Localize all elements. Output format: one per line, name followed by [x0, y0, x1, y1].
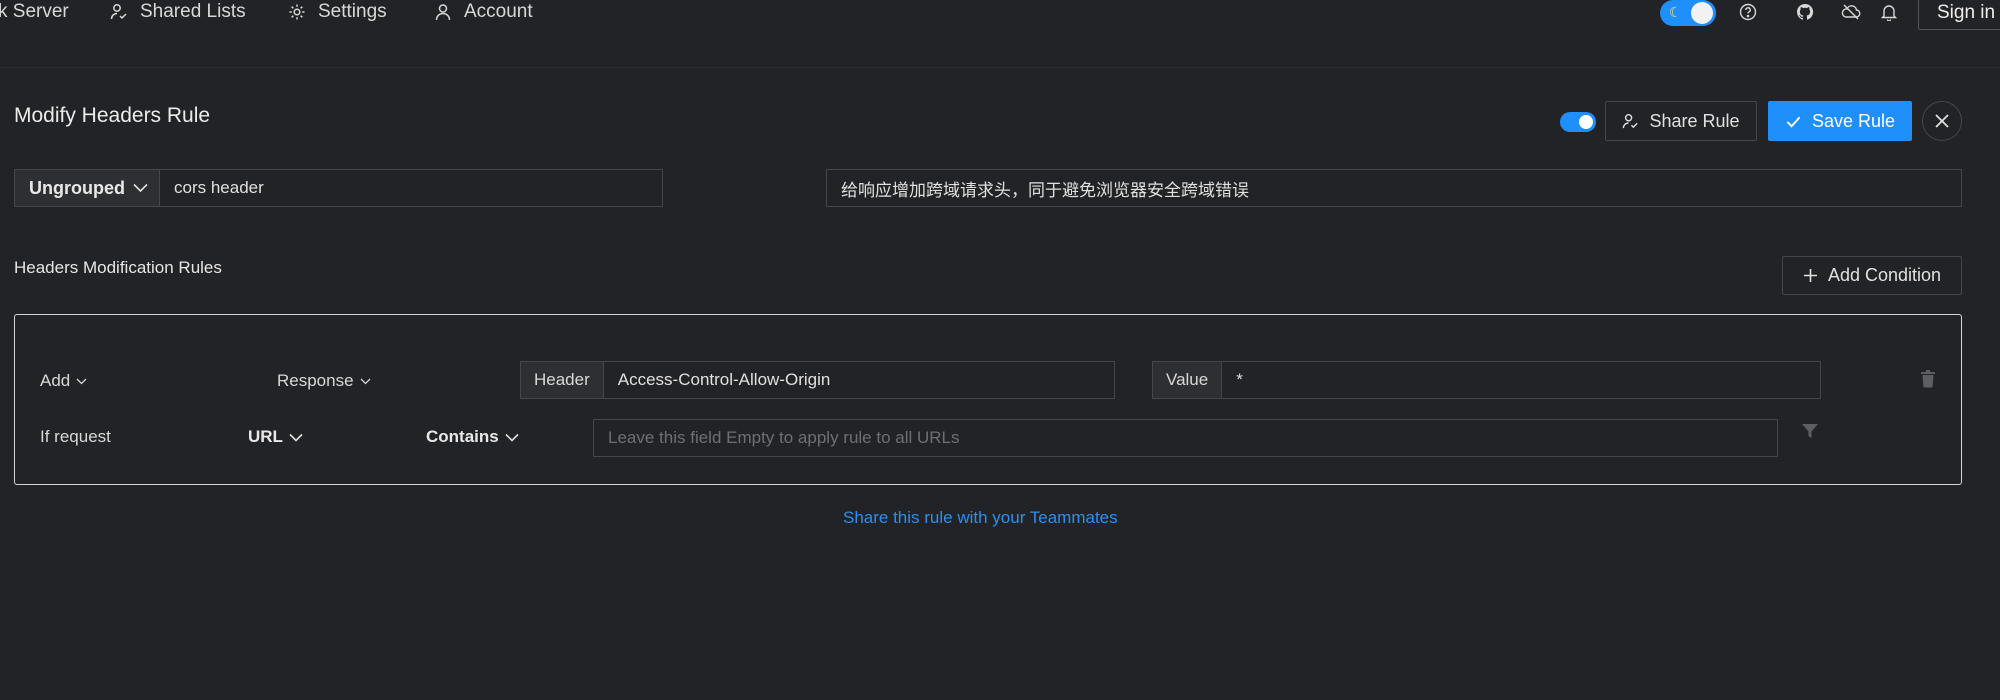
toggle-knob — [1579, 115, 1593, 129]
header-name-field: Header Access-Control-Allow-Origin — [520, 361, 1115, 399]
top-navigation-bar: k Server Shared Lists Settings Account ☾ — [0, 0, 2000, 68]
github-icon — [1796, 3, 1814, 20]
condition-operator-value: Contains — [426, 427, 499, 446]
nav-item-label: Settings — [318, 1, 387, 22]
save-rule-label: Save Rule — [1811, 110, 1896, 131]
nav-item-shared-lists[interactable]: Shared Lists — [110, 0, 246, 24]
github-button[interactable] — [1792, 0, 1818, 24]
rule-name-input[interactable]: cors header — [159, 169, 663, 207]
trash-icon — [1921, 370, 1935, 388]
condition-operator-select[interactable]: Contains — [426, 427, 519, 447]
modification-rule-card: Add Response Header Access-Control-Allow… — [14, 314, 1962, 485]
moon-icon: ☾ — [1669, 4, 1682, 20]
cloud-sync-button[interactable] — [1838, 0, 1864, 24]
save-rule-button[interactable]: Save Rule — [1768, 101, 1912, 141]
header-value-field: Value * — [1152, 361, 1821, 399]
check-icon — [1786, 116, 1801, 128]
action-select[interactable]: Add — [40, 371, 87, 391]
chevron-down-icon — [133, 183, 148, 193]
target-select-value: Response — [277, 371, 354, 390]
cloud-off-icon — [1841, 4, 1861, 20]
plus-icon — [1803, 269, 1817, 282]
group-select[interactable]: Ungrouped — [14, 169, 160, 207]
chevron-down-icon — [505, 433, 519, 442]
rule-description-input[interactable]: 给响应增加跨域请求头，同于避免浏览器安全跨域错误 — [826, 169, 1962, 207]
rule-status-toggle[interactable] — [1560, 112, 1596, 132]
sign-in-button[interactable]: Sign in — [1918, 0, 2000, 30]
target-select[interactable]: Response — [277, 371, 371, 391]
help-button[interactable] — [1735, 0, 1761, 24]
header-addon: Header — [521, 362, 604, 398]
nav-item-server[interactable]: k Server — [0, 0, 69, 24]
close-button[interactable] — [1922, 101, 1962, 141]
header-name-input[interactable]: Access-Control-Allow-Origin — [604, 362, 1114, 398]
nav-item-label: Account — [464, 1, 533, 22]
section-title: Headers Modification Rules — [14, 258, 222, 277]
nav-item-label: Shared Lists — [140, 1, 246, 22]
delete-modification-button[interactable] — [1915, 367, 1941, 391]
advanced-filter-button[interactable] — [1797, 419, 1823, 443]
share-with-teammates-link[interactable]: Share this rule with your Teammates — [843, 508, 1118, 528]
share-user-icon — [1623, 113, 1639, 128]
condition-label: If request — [40, 427, 111, 446]
url-condition-input[interactable]: Leave this field Empty to apply rule to … — [593, 419, 1778, 457]
condition-field-value: URL — [248, 427, 283, 446]
notifications-button[interactable] — [1876, 0, 1902, 24]
add-condition-button[interactable]: Add Condition — [1782, 256, 1962, 295]
condition-field-select[interactable]: URL — [248, 427, 303, 447]
chevron-down-icon — [360, 378, 371, 384]
question-icon — [1739, 3, 1757, 21]
filter-icon — [1802, 424, 1818, 438]
action-select-value: Add — [40, 371, 71, 390]
chevron-down-icon — [289, 433, 303, 442]
share-rule-button[interactable]: Share Rule — [1605, 101, 1757, 141]
close-icon — [1935, 114, 1949, 128]
bell-icon — [1881, 5, 1897, 21]
nav-item-settings[interactable]: Settings — [288, 0, 387, 24]
shared-lists-icon — [110, 4, 127, 20]
header-value-input[interactable]: * — [1222, 362, 1820, 398]
toggle-knob — [1691, 2, 1713, 24]
add-condition-label: Add Condition — [1827, 265, 1942, 285]
theme-toggle[interactable]: ☾ — [1660, 0, 1716, 26]
nav-item-account[interactable]: Account — [434, 0, 533, 24]
page-title: Modify Headers Rule — [14, 104, 211, 127]
value-addon: Value — [1153, 362, 1223, 398]
nav-item-label: k Server — [0, 1, 69, 22]
share-rule-label: Share Rule — [1649, 110, 1740, 131]
user-icon — [435, 4, 451, 21]
gear-icon — [289, 4, 305, 20]
group-select-value: Ungrouped — [29, 177, 125, 198]
chevron-down-icon — [76, 378, 87, 384]
